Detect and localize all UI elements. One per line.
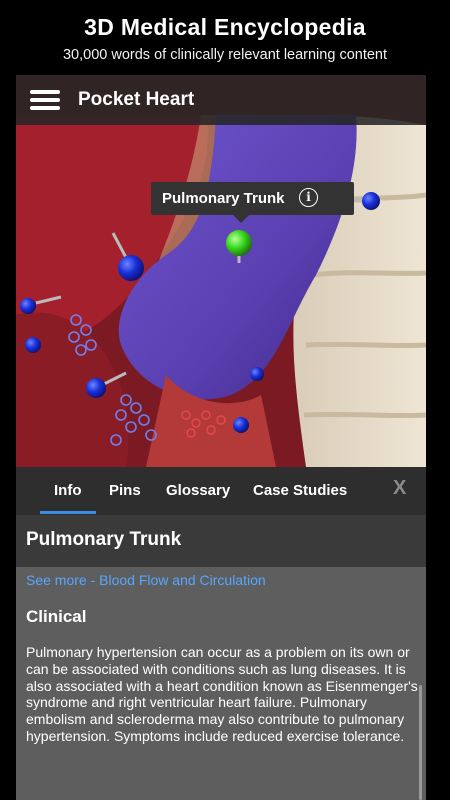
tab-pins[interactable]: Pins xyxy=(109,482,141,499)
info-title: Pulmonary Trunk xyxy=(26,529,182,550)
scrollbar[interactable] xyxy=(419,685,422,800)
info-body-text: Pulmonary hypertension can occur as a pr… xyxy=(26,644,418,744)
pin-marker[interactable] xyxy=(20,298,36,314)
info-icon[interactable]: i xyxy=(299,188,318,207)
see-more-link[interactable]: See more - Blood Flow and Circulation xyxy=(26,572,266,588)
app-title: Pocket Heart xyxy=(78,89,195,110)
section-heading: Clinical xyxy=(26,607,87,626)
3d-heart-viewer[interactable]: Pocket Heart Pulmonary Trunk i xyxy=(16,75,426,467)
tab-glossary[interactable]: Glossary xyxy=(166,482,230,499)
pin-tooltip[interactable]: Pulmonary Trunk i xyxy=(151,182,354,223)
tab-info[interactable]: Info xyxy=(54,482,82,499)
promo-subtitle: 30,000 words of clinically relevant lear… xyxy=(62,47,388,63)
pin-marker[interactable] xyxy=(25,337,41,353)
pin-marker[interactable] xyxy=(86,378,106,398)
tab-case-studies[interactable]: Case Studies xyxy=(253,482,347,499)
selected-pin-marker[interactable] xyxy=(226,230,252,256)
info-panel[interactable]: See more - Blood Flow and Circulation Cl… xyxy=(16,567,426,800)
active-tab-indicator xyxy=(40,511,96,514)
tab-bar: Info Pins Glossary Case Studies X xyxy=(16,467,426,515)
info-title-bar: Pulmonary Trunk xyxy=(16,515,426,567)
pin-tooltip-label: Pulmonary Trunk xyxy=(162,190,285,207)
app-bar: Pocket Heart xyxy=(16,75,426,125)
promo-title: 3D Medical Encyclopedia xyxy=(84,14,366,40)
promo-header: 3D Medical Encyclopedia 30,000 words of … xyxy=(0,0,450,75)
heart-model-render xyxy=(16,75,426,467)
app-screen: Pocket Heart Pulmonary Trunk i Info Pins… xyxy=(16,75,426,800)
close-panel-button[interactable]: X xyxy=(393,477,406,500)
pin-marker[interactable] xyxy=(362,192,380,210)
pin-marker[interactable] xyxy=(233,417,249,433)
hamburger-menu-icon[interactable] xyxy=(30,90,60,110)
pin-marker[interactable] xyxy=(250,367,264,381)
pin-marker[interactable] xyxy=(118,255,144,281)
